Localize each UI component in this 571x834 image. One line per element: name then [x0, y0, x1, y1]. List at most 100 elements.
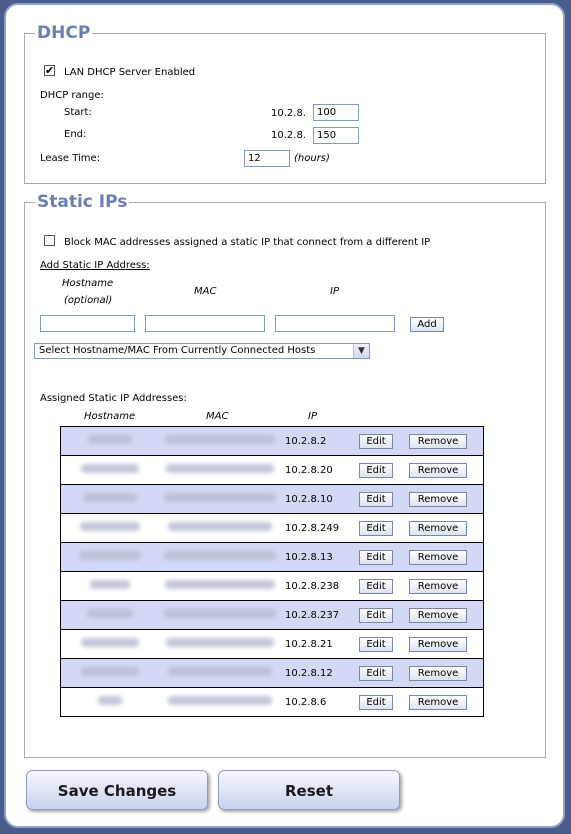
hostname-cell [60, 658, 159, 688]
remove-cell: Remove [403, 687, 484, 717]
remove-button[interactable]: Remove [409, 491, 467, 507]
remove-cell: Remove [403, 513, 484, 543]
edit-cell: Edit [359, 542, 403, 572]
save-changes-button[interactable]: Save Changes [26, 770, 208, 810]
connected-hosts-select-value: Select Hostname/MAC From Currently Conne… [39, 345, 316, 356]
mac-cell [159, 513, 281, 543]
ip-cell: 10.2.8.20 [281, 455, 359, 485]
remove-button[interactable]: Remove [409, 520, 467, 536]
remove-button[interactable]: Remove [409, 549, 467, 565]
remove-cell: Remove [403, 455, 484, 485]
table-row: 10.2.8.21 Edit Remove [60, 629, 484, 659]
edit-button[interactable]: Edit [359, 491, 393, 507]
assigned-mac-header: MAC [206, 411, 229, 422]
edit-cell: Edit [359, 571, 403, 601]
column-ip-label: IP [330, 286, 339, 297]
ip-cell: 10.2.8.21 [281, 629, 359, 659]
ip-cell: 10.2.8.12 [281, 658, 359, 688]
mac-cell [159, 455, 281, 485]
block-mac-label: Block MAC addresses assigned a static IP… [64, 237, 431, 248]
range-end-input[interactable] [313, 127, 359, 144]
chevron-down-icon[interactable]: ▼ [353, 344, 369, 358]
table-row: 10.2.8.237 Edit Remove [60, 600, 484, 630]
ip-cell: 10.2.8.249 [281, 513, 359, 543]
dhcp-enabled-checkbox[interactable]: ✔ [44, 65, 55, 76]
mac-cell [159, 426, 281, 456]
edit-button[interactable]: Edit [359, 694, 393, 710]
hostname-cell [60, 629, 159, 659]
range-start-prefix: 10.2.8. [271, 108, 306, 119]
hostname-cell [60, 542, 159, 572]
table-row: 10.2.8.6 Edit Remove [60, 687, 484, 717]
column-hostname-label: Hostname [62, 278, 114, 289]
edit-button[interactable]: Edit [359, 520, 393, 536]
mac-cell [159, 484, 281, 514]
block-mac-checkbox[interactable] [44, 235, 55, 246]
table-row: 10.2.8.238 Edit Remove [60, 571, 484, 601]
redacted-hostname [81, 667, 139, 676]
edit-button[interactable]: Edit [359, 578, 393, 594]
edit-button[interactable]: Edit [359, 462, 393, 478]
edit-button[interactable]: Edit [359, 433, 393, 449]
mac-input[interactable] [145, 315, 265, 332]
table-row: 10.2.8.2 Edit Remove [60, 426, 484, 456]
redacted-hostname [83, 493, 137, 502]
table-row: 10.2.8.10 Edit Remove [60, 484, 484, 514]
mac-cell [159, 687, 281, 717]
checkmark-icon: ✔ [45, 64, 55, 77]
remove-cell: Remove [403, 571, 484, 601]
lease-time-input[interactable] [244, 150, 290, 167]
redacted-hostname [88, 435, 132, 444]
edit-cell: Edit [359, 629, 403, 659]
redacted-hostname [98, 696, 122, 705]
hostname-cell [60, 513, 159, 543]
edit-button[interactable]: Edit [359, 607, 393, 623]
edit-cell: Edit [359, 513, 403, 543]
range-start-input[interactable] [313, 104, 359, 121]
table-row: 10.2.8.13 Edit Remove [60, 542, 484, 572]
dhcp-enabled-label: LAN DHCP Server Enabled [64, 67, 196, 78]
remove-cell: Remove [403, 484, 484, 514]
add-button[interactable]: Add [410, 317, 444, 332]
hostname-cell [60, 484, 159, 514]
redacted-hostname [87, 609, 133, 618]
remove-button[interactable]: Remove [409, 607, 467, 623]
range-start-label: Start: [64, 107, 92, 118]
mac-cell [159, 542, 281, 572]
redacted-mac [165, 435, 275, 444]
table-row: 10.2.8.20 Edit Remove [60, 455, 484, 485]
remove-button[interactable]: Remove [409, 433, 467, 449]
remove-button[interactable]: Remove [409, 636, 467, 652]
hostname-input[interactable] [40, 315, 135, 332]
hostname-cell [60, 600, 159, 630]
range-end-prefix: 10.2.8. [271, 130, 306, 141]
redacted-hostname [90, 580, 130, 589]
remove-cell: Remove [403, 542, 484, 572]
ip-cell: 10.2.8.10 [281, 484, 359, 514]
ip-input[interactable] [275, 315, 395, 332]
remove-button[interactable]: Remove [409, 578, 467, 594]
dhcp-legend: DHCP [37, 23, 91, 43]
edit-button[interactable]: Edit [359, 549, 393, 565]
mac-cell [159, 600, 281, 630]
table-row: 10.2.8.12 Edit Remove [60, 658, 484, 688]
reset-button[interactable]: Reset [218, 770, 400, 810]
edit-button[interactable]: Edit [359, 636, 393, 652]
ip-cell: 10.2.8.237 [281, 600, 359, 630]
lease-time-label: Lease Time: [40, 153, 101, 164]
mac-cell [159, 629, 281, 659]
edit-cell: Edit [359, 687, 403, 717]
redacted-mac [164, 609, 276, 618]
remove-button[interactable]: Remove [409, 694, 467, 710]
ip-cell: 10.2.8.2 [281, 426, 359, 456]
mac-cell [159, 571, 281, 601]
connected-hosts-select[interactable]: Select Hostname/MAC From Currently Conne… [34, 343, 370, 359]
edit-button[interactable]: Edit [359, 665, 393, 681]
remove-button[interactable]: Remove [409, 462, 467, 478]
remove-button[interactable]: Remove [409, 665, 467, 681]
assigned-static-ips-table: 10.2.8.2 Edit Remove 10.2.8.20 Edit Remove 10.… [60, 426, 484, 717]
edit-cell: Edit [359, 658, 403, 688]
remove-cell: Remove [403, 658, 484, 688]
lease-units: (hours) [294, 153, 330, 164]
redacted-mac [168, 667, 272, 676]
